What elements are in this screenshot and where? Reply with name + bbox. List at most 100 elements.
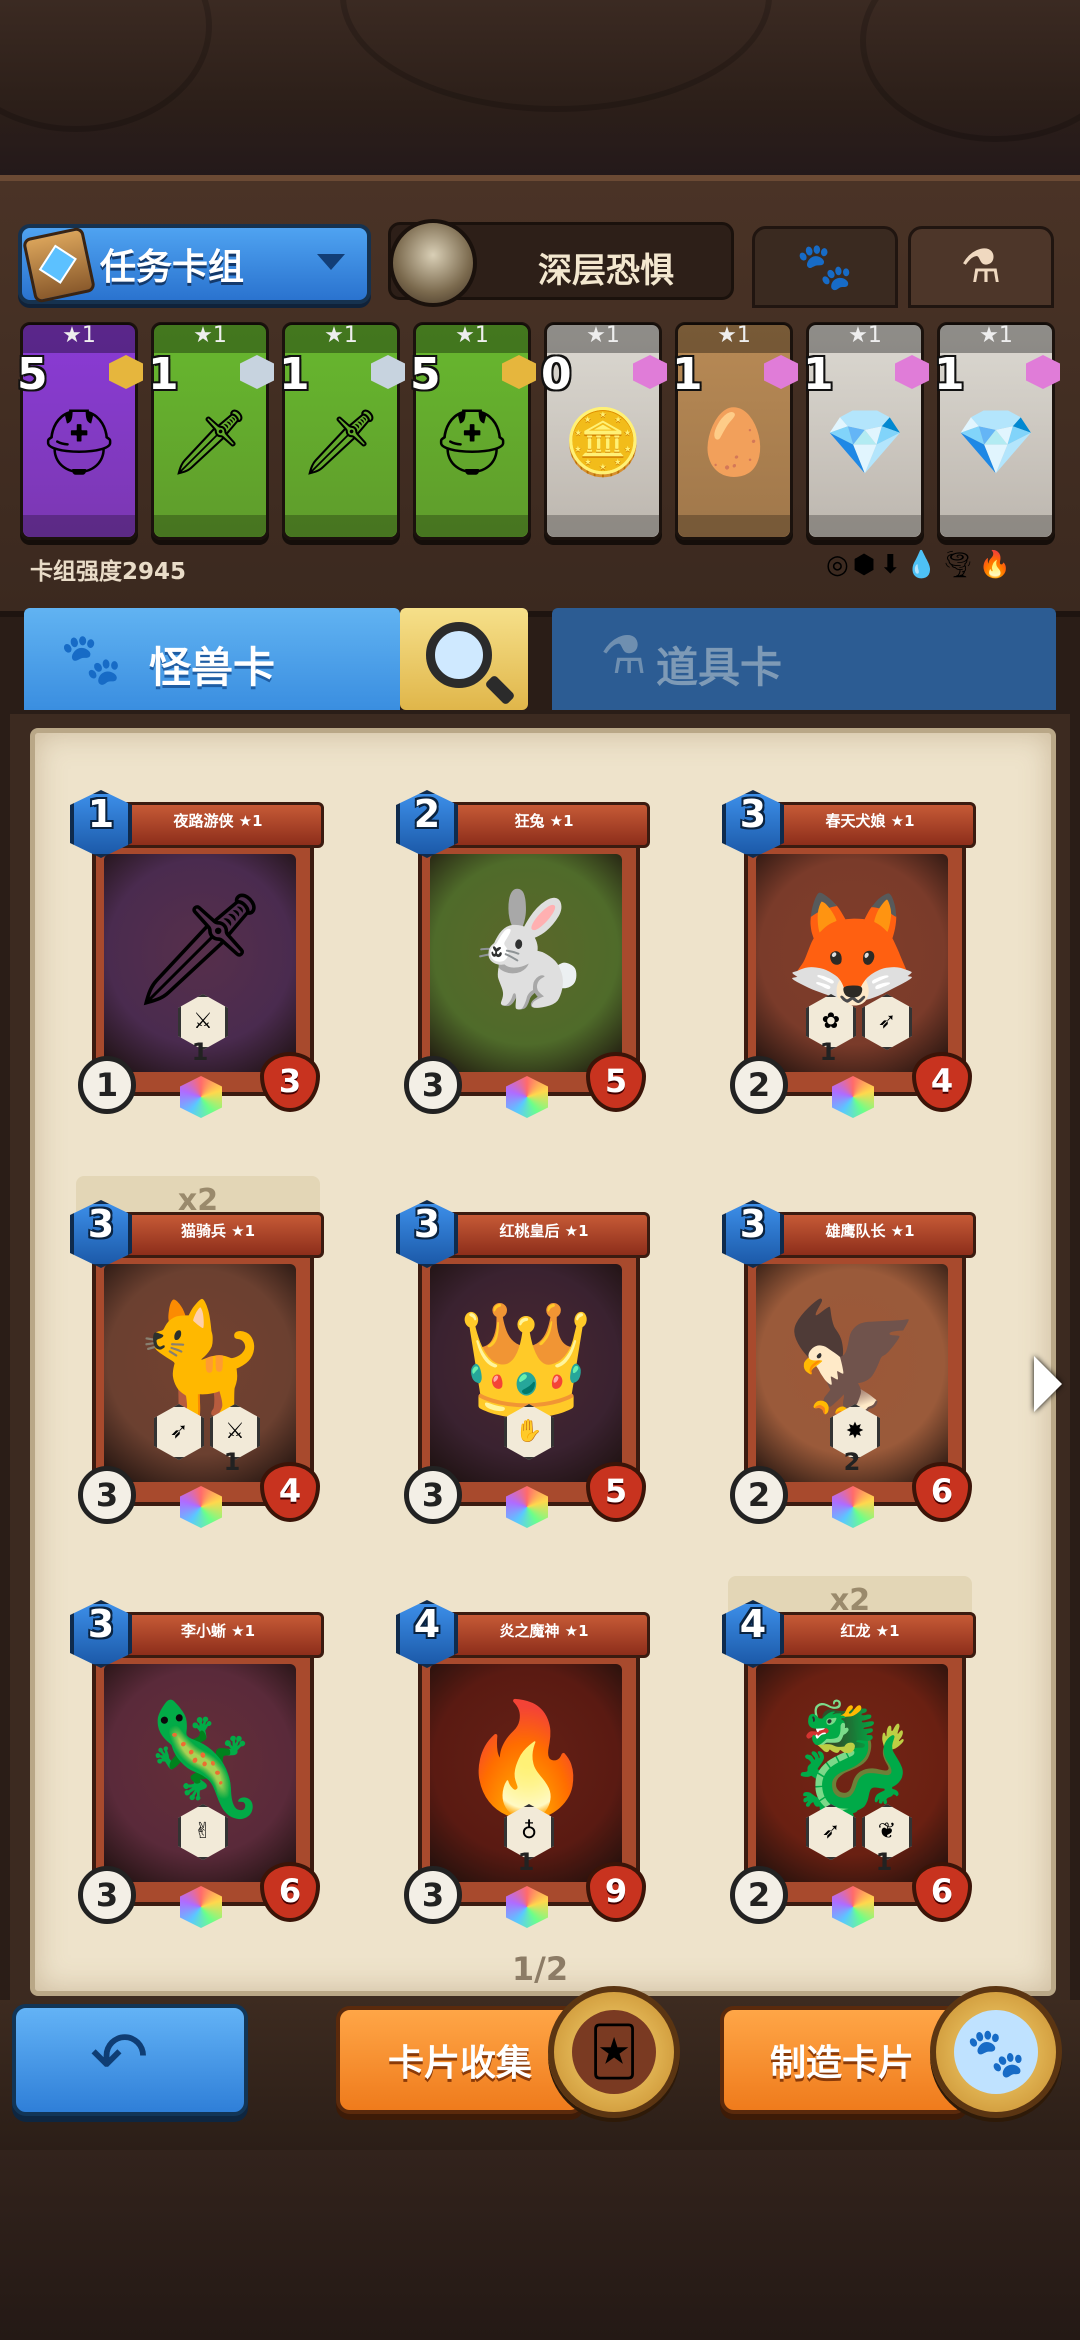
deck-card[interactable]: ★1 💎 1 — [803, 322, 929, 540]
card-footer — [285, 515, 397, 537]
card-cost: 3 — [87, 1202, 115, 1246]
monster-card[interactable]: 🗡 夜路游侠 ★1 1 ⚔ 1 1 3 — [70, 790, 326, 1120]
card-cost: 1 — [934, 349, 965, 400]
deck-card[interactable]: ★1 ⛑ 5 — [410, 322, 536, 540]
card-name: 炎之魔神 ★1 — [499, 1622, 589, 1640]
attack-value: 2 — [730, 1056, 788, 1114]
rarity-gem-icon — [764, 355, 798, 389]
monster-art-icon: 👑 — [457, 1295, 595, 1423]
card-footer — [940, 515, 1052, 537]
health-value: 6 — [912, 1862, 972, 1922]
health-value: 4 — [260, 1462, 320, 1522]
card-cost: 3 — [87, 1602, 115, 1646]
health-value: 6 — [260, 1862, 320, 1922]
monster-art-icon: 🗡 — [130, 885, 270, 1013]
back-button[interactable]: ↶ — [12, 2004, 248, 2116]
card-cost: 5 — [17, 349, 48, 400]
paw-icon: 🐾 — [60, 630, 123, 688]
health-value: 6 — [912, 1462, 972, 1522]
monster-art-icon: 🔥 — [457, 1695, 595, 1823]
card-footer — [547, 515, 659, 537]
ability-value: 1 — [223, 1448, 241, 1476]
card-name: 雄鹰队长 ★1 — [825, 1222, 915, 1240]
card-name: 夜路游侠 ★1 — [173, 812, 263, 830]
card-art: 🥚 — [694, 405, 774, 480]
craft-card-badge[interactable]: 🐾 — [930, 1986, 1062, 2118]
tab-monster-label: 怪兽卡 — [149, 643, 276, 692]
boss-display[interactable]: 深层恐惧 — [388, 219, 734, 307]
health-value: 5 — [586, 1052, 646, 1112]
bottom-frame — [0, 2150, 1080, 2340]
paw-icon: 🐾 — [796, 239, 854, 293]
card-name: 红桃皇后 ★1 — [499, 1222, 589, 1240]
health-value: 5 — [586, 1462, 646, 1522]
card-name: 猫骑兵 ★1 — [180, 1222, 256, 1240]
card-art: 💎 — [825, 405, 905, 480]
deck-card[interactable]: ★1 🥚 1 — [672, 322, 798, 540]
card-footer — [809, 515, 921, 537]
card-art: 🪙 — [563, 405, 643, 480]
monster-card[interactable]: 🐇 狂兔 ★1 2 3 5 — [396, 790, 652, 1120]
card-cost: 3 — [739, 1202, 767, 1246]
card-art: 🐇 — [430, 854, 622, 1072]
card-collection-badge[interactable]: 🃏 — [548, 1986, 680, 2118]
monster-card[interactable]: 🔥 炎之魔神 ★1 4 ♁ 1 3 9 — [396, 1600, 652, 1930]
monster-card[interactable]: 🦎 李小蜥 ★1 3 ✌ 3 6 — [70, 1600, 326, 1930]
card-name: 李小蜥 ★1 — [180, 1622, 256, 1640]
search-button[interactable] — [400, 608, 528, 710]
attack-value: 3 — [404, 1056, 462, 1114]
deck-selector-label: 任务卡组 — [100, 247, 245, 288]
monster-card[interactable]: 🐉 红龙 ★1 4 ➶ ❦ 1 2 6 — [722, 1600, 978, 1930]
card-cost: 4 — [739, 1602, 767, 1646]
search-icon — [426, 622, 492, 688]
card-art: 🦊 — [756, 854, 948, 1072]
attack-value: 3 — [78, 1466, 136, 1524]
next-page-arrow[interactable] — [1034, 1356, 1062, 1412]
tab-monster-deck[interactable]: 🐾 — [752, 226, 898, 308]
rarity-gem-icon — [502, 355, 536, 389]
potion-icon: ⚗ — [960, 239, 1002, 293]
monster-card[interactable]: 🦊 春天犬娘 ★1 3 ✿ 1 ➶ 2 4 — [722, 790, 978, 1120]
card-collection-button[interactable]: 卡片收集 — [336, 2006, 584, 2114]
card-art: 🗡 — [300, 405, 382, 480]
ability-value: 1 — [819, 1038, 837, 1066]
card-footer — [678, 515, 790, 537]
monster-art-icon: 🦎 — [131, 1695, 269, 1823]
craft-card-label: 制造卡片 — [770, 2043, 915, 2084]
monster-card[interactable]: 🐈 猫骑兵 ★1 3 ➶ ⚔ 1 3 4 — [70, 1200, 326, 1530]
ability-value: 1 — [875, 1848, 893, 1876]
card-art: 🐈 — [104, 1264, 296, 1482]
attack-value: 3 — [404, 1466, 462, 1524]
card-name: 红龙 ★1 — [840, 1622, 900, 1640]
card-cost: 2 — [413, 792, 441, 836]
monster-art-icon: 🐈 — [131, 1295, 269, 1423]
tab-item-deck[interactable]: ⚗ — [908, 226, 1054, 308]
monster-art-icon: 🐉 — [783, 1695, 921, 1823]
deck-card[interactable]: ★1 ⛑ 5 — [17, 322, 143, 540]
deck-card[interactable]: ★1 💎 1 — [934, 322, 1060, 540]
deck-card[interactable]: ★1 🗡 1 — [279, 322, 405, 540]
card-cost: 1 — [148, 349, 179, 400]
card-art: ⛑ — [431, 405, 513, 480]
health-value: 3 — [260, 1052, 320, 1112]
attack-value: 3 — [78, 1866, 136, 1924]
ability-value: 2 — [843, 1448, 861, 1476]
attack-value: 2 — [730, 1866, 788, 1924]
card-art: 🗡 — [169, 405, 251, 480]
page-indicator: 1/2 — [511, 1950, 569, 1988]
deck-card[interactable]: ★1 🗡 1 — [148, 322, 274, 540]
tab-monster-cards[interactable]: 🐾 怪兽卡 — [24, 608, 400, 710]
card-name: 春天犬娘 ★1 — [825, 812, 915, 830]
monster-card[interactable]: 🦅 雄鹰队长 ★1 3 ✸ 2 2 6 — [722, 1200, 978, 1530]
tab-item-cards[interactable]: ⚗ 道具卡 — [552, 608, 1056, 710]
deck-card[interactable]: ★1 🪙 0 — [541, 322, 667, 540]
card-collection-label: 卡片收集 — [388, 2043, 533, 2084]
attack-value: 1 — [78, 1056, 136, 1114]
back-arrow-icon: ↶ — [90, 2016, 149, 2098]
card-art: 🐉 — [756, 1664, 948, 1882]
deck-selector-dropdown[interactable]: 任务卡组 — [18, 224, 371, 304]
card-footer — [154, 515, 266, 537]
rarity-gem-icon — [1026, 355, 1060, 389]
paw-potion-icon: 🐾 — [954, 2010, 1038, 2094]
monster-card[interactable]: 👑 红桃皇后 ★1 3 ✋ 3 5 — [396, 1200, 652, 1530]
